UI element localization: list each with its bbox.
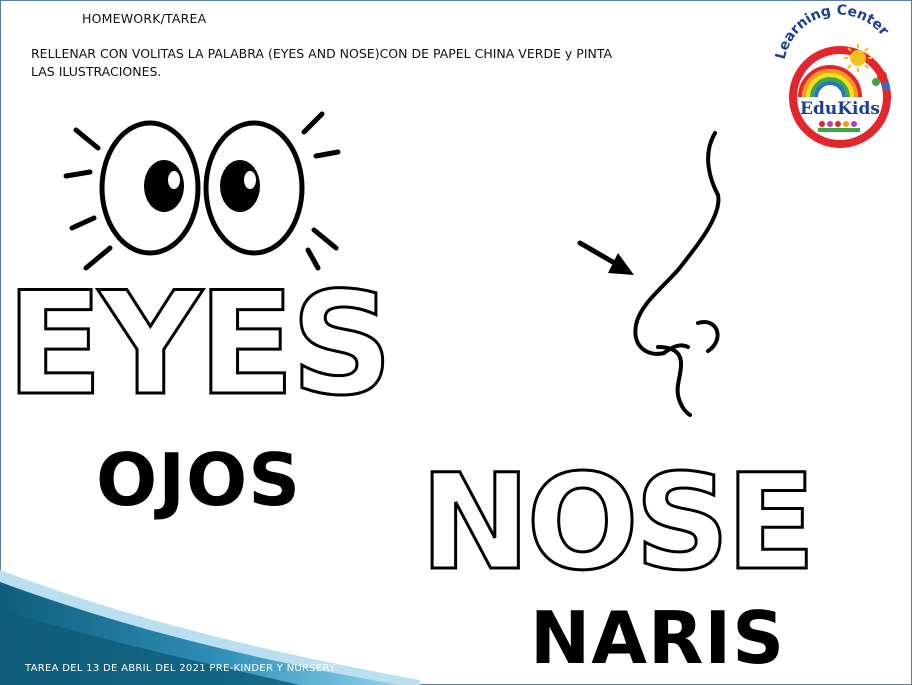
- logo-brand-text: EduKids: [800, 99, 880, 119]
- eyes-icon: [63, 111, 341, 271]
- ojos-word: OJOS: [96, 438, 302, 522]
- homework-title: HOMEWORK/TAREA: [82, 11, 207, 26]
- naris-word: NARIS: [530, 596, 786, 680]
- arrow-icon: [577, 240, 634, 275]
- instructions-text: RELLENAR CON VOLITAS LA PALABRA (EYES AN…: [31, 46, 613, 79]
- footer-text: TAREA DEL 13 DE ABRIL DEL 2021 PRE-KINDE…: [25, 663, 336, 674]
- nose-outline-word: NOSE: [419, 446, 818, 600]
- nose-icon: [577, 131, 721, 417]
- edukids-logo-icon: Learning Center EduKids: [764, 2, 910, 148]
- eyes-outline-word: EYES: [4, 262, 394, 427]
